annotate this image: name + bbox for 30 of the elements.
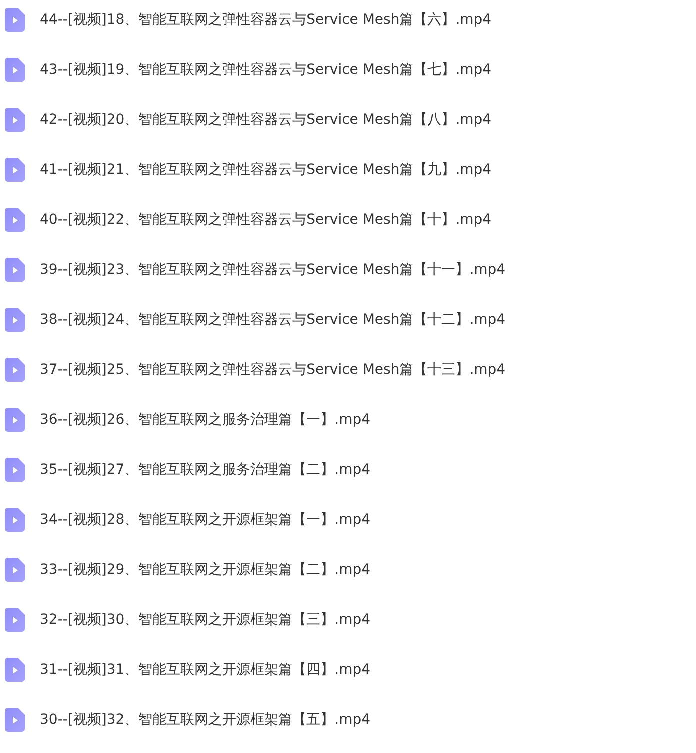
file-name[interactable]: 31--[视频]31、智能互联网之开源框架篇【四】.mp4 <box>40 660 371 680</box>
video-file-icon <box>5 558 25 582</box>
video-file-icon <box>5 158 25 182</box>
file-name[interactable]: 37--[视频]25、智能互联网之弹性容器云与Service Mesh篇【十三】.mp4 <box>40 360 506 380</box>
video-file-icon <box>5 508 25 532</box>
video-file-icon <box>5 608 25 632</box>
video-file-icon <box>5 408 25 432</box>
video-file-icon <box>5 8 25 32</box>
video-file-icon <box>5 658 25 682</box>
video-file-icon <box>5 108 25 132</box>
file-name[interactable]: 44--[视频]18、智能互联网之弹性容器云与Service Mesh篇【六】.mp4 <box>40 10 492 30</box>
file-name[interactable]: 36--[视频]26、智能互联网之服务治理篇【一】.mp4 <box>40 410 371 430</box>
video-file-icon <box>5 458 25 482</box>
video-file-icon <box>5 208 25 232</box>
file-name[interactable]: 35--[视频]27、智能互联网之服务治理篇【二】.mp4 <box>40 460 371 480</box>
video-file-icon <box>5 258 25 282</box>
video-file-icon <box>5 708 25 732</box>
video-file-icon <box>5 358 25 382</box>
file-name[interactable]: 30--[视频]32、智能互联网之开源框架篇【五】.mp4 <box>40 710 371 730</box>
file-name[interactable]: 42--[视频]20、智能互联网之弹性容器云与Service Mesh篇【八】.mp4 <box>40 110 492 130</box>
file-name[interactable]: 32--[视频]30、智能互联网之开源框架篇【三】.mp4 <box>40 610 371 630</box>
video-file-icon <box>5 58 25 82</box>
video-file-icon <box>5 308 25 332</box>
file-name[interactable]: 34--[视频]28、智能互联网之开源框架篇【一】.mp4 <box>40 510 371 530</box>
file-name[interactable]: 39--[视频]23、智能互联网之弹性容器云与Service Mesh篇【十一】.mp4 <box>40 260 506 280</box>
file-name[interactable]: 33--[视频]29、智能互联网之开源框架篇【二】.mp4 <box>40 560 371 580</box>
file-name[interactable]: 43--[视频]19、智能互联网之弹性容器云与Service Mesh篇【七】.mp4 <box>40 60 492 80</box>
file-name[interactable]: 38--[视频]24、智能互联网之弹性容器云与Service Mesh篇【十二】.mp4 <box>40 310 506 330</box>
file-name[interactable]: 41--[视频]21、智能互联网之弹性容器云与Service Mesh篇【九】.mp4 <box>40 160 492 180</box>
file-name[interactable]: 40--[视频]22、智能互联网之弹性容器云与Service Mesh篇【十】.mp4 <box>40 210 492 230</box>
